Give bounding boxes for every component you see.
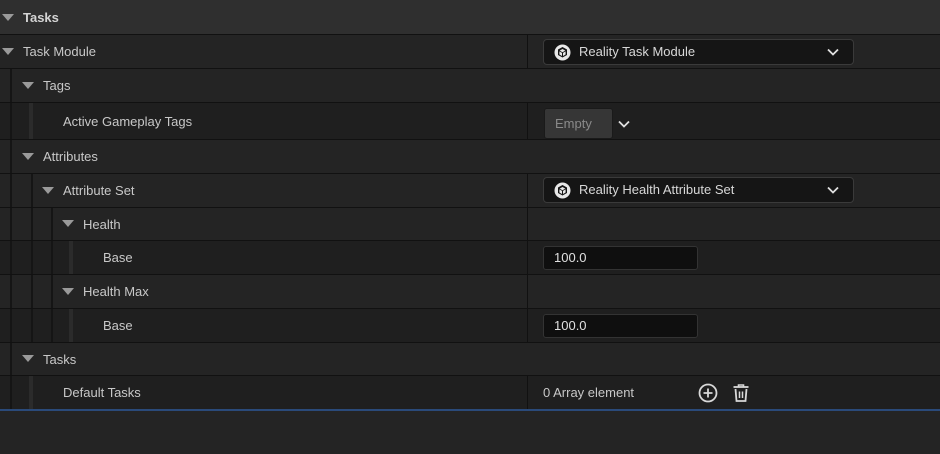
indent-rail	[69, 309, 73, 342]
collapse-arrow-icon[interactable]	[62, 220, 74, 227]
indent-rail	[10, 343, 12, 375]
tags-row[interactable]: Tags	[0, 69, 940, 103]
indent-rail	[31, 174, 33, 207]
value-column-divider	[527, 208, 528, 240]
unreal-asset-icon	[554, 44, 571, 61]
indent-rail	[10, 275, 12, 308]
collapse-arrow-icon[interactable]	[42, 187, 54, 194]
indent-rail	[10, 309, 12, 342]
health-base-row: Base 100.0	[0, 241, 940, 275]
trash-icon[interactable]	[730, 382, 752, 404]
attributes-row[interactable]: Attributes	[0, 140, 940, 174]
collapse-arrow-icon[interactable]	[22, 82, 34, 89]
task-module-value: Reality Task Module	[579, 44, 696, 59]
value-column-divider	[527, 174, 528, 207]
indent-rail	[31, 208, 33, 240]
value-column-divider	[527, 309, 528, 342]
value-column-divider	[527, 376, 528, 409]
indent-rail	[51, 275, 53, 308]
value-column-divider	[527, 103, 528, 139]
indent-rail	[10, 69, 12, 102]
attribute-set-label: Attribute Set	[63, 183, 135, 198]
health-row[interactable]: Health	[0, 208, 940, 241]
collapse-arrow-icon[interactable]	[22, 153, 34, 160]
chevron-down-icon	[827, 186, 839, 194]
health-max-label: Health Max	[83, 284, 149, 299]
indent-rail	[51, 208, 53, 240]
indent-rail	[10, 174, 12, 207]
health-base-input[interactable]: 100.0	[543, 246, 698, 270]
collapse-arrow-icon[interactable]	[2, 14, 14, 21]
task-module-dropdown[interactable]: Reality Task Module	[543, 39, 854, 65]
default-tasks-row: Default Tasks 0 Array element	[0, 376, 940, 409]
tasks-subcategory-label: Tasks	[43, 351, 77, 367]
attribute-set-value: Reality Health Attribute Set	[579, 182, 735, 197]
tasks-subcategory-row[interactable]: Tasks	[0, 343, 940, 376]
indent-rail	[29, 376, 33, 409]
indent-rail	[10, 376, 12, 409]
value-column-divider	[527, 35, 528, 68]
indent-rail	[51, 309, 53, 342]
category-title: Tasks	[23, 9, 59, 25]
default-tasks-label: Default Tasks	[63, 385, 141, 400]
indent-rail	[31, 309, 33, 342]
indent-rail	[31, 241, 33, 274]
attribute-set-row: Attribute Set Reality Health Attribute S…	[0, 174, 940, 208]
health-label: Health	[83, 216, 121, 232]
value-column-divider	[527, 275, 528, 308]
collapse-arrow-icon[interactable]	[2, 48, 14, 55]
category-tasks-header[interactable]: Tasks	[0, 0, 940, 35]
health-max-base-label: Base	[103, 318, 133, 333]
task-module-row: Task Module Reality Task Module	[0, 35, 940, 69]
indent-rail	[10, 208, 12, 240]
health-base-label: Base	[103, 250, 133, 265]
health-max-base-input[interactable]: 100.0	[543, 314, 698, 338]
health-max-base-row: Base 100.0	[0, 309, 940, 343]
add-circle-icon[interactable]	[697, 382, 719, 404]
tags-label: Tags	[43, 78, 71, 93]
attribute-set-dropdown[interactable]: Reality Health Attribute Set	[543, 177, 854, 203]
active-gameplay-tags-label: Active Gameplay Tags	[63, 113, 193, 129]
default-tasks-count: 0 Array element	[543, 385, 635, 400]
attributes-label: Attributes	[43, 149, 98, 164]
chevron-down-icon	[827, 48, 839, 56]
indent-rail	[31, 275, 33, 308]
health-max-row[interactable]: Health Max	[0, 275, 940, 309]
active-gameplay-tags-row: Active Gameplay Tags Empty	[0, 103, 940, 140]
panel-bottom-accent	[0, 409, 940, 411]
indent-rail	[51, 241, 53, 274]
gameplay-tags-edit-button[interactable]: Empty	[544, 108, 613, 139]
indent-rail	[29, 103, 33, 139]
collapse-arrow-icon[interactable]	[22, 355, 34, 362]
indent-rail	[69, 241, 73, 274]
value-column-divider	[527, 241, 528, 274]
chevron-down-icon[interactable]	[618, 118, 630, 130]
indent-rail	[10, 103, 12, 139]
indent-rail	[10, 241, 12, 274]
collapse-arrow-icon[interactable]	[62, 288, 74, 295]
task-module-label: Task Module	[23, 44, 96, 59]
indent-rail	[10, 140, 12, 173]
unreal-asset-icon	[554, 182, 571, 199]
